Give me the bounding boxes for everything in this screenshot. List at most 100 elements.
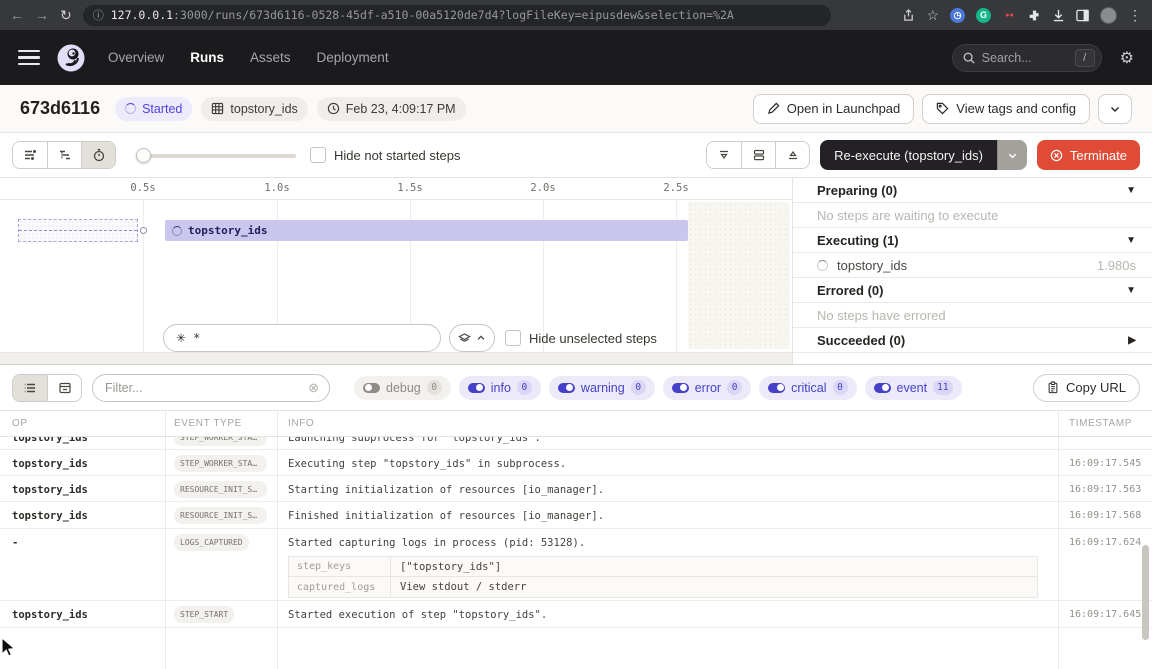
forward-icon[interactable]: → xyxy=(35,8,49,22)
preparing-section-header[interactable]: Preparing (0) ▼ xyxy=(793,178,1152,203)
reexecute-caret-button[interactable] xyxy=(997,140,1027,170)
step-selection-input[interactable]: ✳ * xyxy=(163,324,441,352)
toggle-info[interactable]: info 0 xyxy=(459,376,541,400)
global-search-input[interactable]: Search... / xyxy=(952,44,1102,72)
gantt-horizontal-scrollbar[interactable] xyxy=(0,352,792,364)
nav-deployment[interactable]: Deployment xyxy=(317,50,389,65)
switch-icon xyxy=(672,383,689,393)
log-row[interactable]: topstory_ids STEP_WORKER_STARTING Launch… xyxy=(0,437,1152,450)
count-badge: 0 xyxy=(727,380,742,395)
search-shortcut-key: / xyxy=(1075,49,1095,67)
reload-icon[interactable]: ↻ xyxy=(60,8,72,22)
log-table-body[interactable]: topstory_ids STEP_WORKER_STARTING Launch… xyxy=(0,437,1152,669)
caret-down-icon: ▼ xyxy=(1126,235,1136,246)
split-panel-button[interactable] xyxy=(741,142,775,168)
caret-right-icon: ▶ xyxy=(1128,335,1136,346)
toggle-error[interactable]: error 0 xyxy=(663,376,751,400)
switch-icon xyxy=(468,383,485,393)
bookmark-star-icon[interactable]: ☆ xyxy=(926,8,939,22)
settings-gear-icon[interactable]: ⚙ xyxy=(1120,48,1134,68)
side-panel-icon[interactable] xyxy=(1076,9,1089,22)
succeeded-section-header[interactable]: Succeeded (0) ▶ xyxy=(793,328,1152,353)
stream-view-button[interactable] xyxy=(13,375,47,401)
switch-icon xyxy=(768,383,785,393)
toggle-debug[interactable]: debug 0 xyxy=(354,376,451,400)
log-vertical-scrollbar[interactable] xyxy=(1142,545,1149,640)
search-icon xyxy=(963,52,975,64)
search-placeholder: Search... xyxy=(982,51,1068,65)
copy-url-button[interactable]: Copy URL xyxy=(1033,374,1140,402)
pencil-icon xyxy=(767,102,780,115)
nav-runs[interactable]: Runs xyxy=(190,50,224,65)
executing-step-row[interactable]: topstory_ids 1.980s xyxy=(793,253,1152,278)
expand-panel-button[interactable] xyxy=(775,142,809,168)
gantt-zoom-slider[interactable] xyxy=(136,148,296,162)
metadata-row: captured_logs View stdout / stderr xyxy=(289,577,1037,597)
toggle-critical[interactable]: critical 0 xyxy=(759,376,856,400)
hide-not-started-checkbox[interactable]: Hide not started steps xyxy=(310,147,460,163)
tag-icon xyxy=(936,102,949,115)
checkbox-box[interactable] xyxy=(310,147,326,163)
checkbox-box[interactable] xyxy=(505,330,521,346)
log-filter-text[interactable] xyxy=(105,381,302,395)
gantt-step-bar[interactable]: topstory_ids xyxy=(165,220,688,241)
job-tag[interactable]: topstory_ids xyxy=(201,97,307,121)
spinner-icon xyxy=(172,226,182,236)
log-row[interactable]: topstory_ids STEP_WORKER_STARTED Executi… xyxy=(0,450,1152,476)
slider-knob[interactable] xyxy=(136,148,151,163)
log-row[interactable]: topstory_ids STEP_START Started executio… xyxy=(0,601,1152,628)
timed-view-button[interactable] xyxy=(81,142,115,168)
flat-view-button[interactable] xyxy=(13,142,47,168)
open-in-launchpad-button[interactable]: Open in Launchpad xyxy=(753,94,914,124)
clear-filter-icon[interactable]: ⊗ xyxy=(308,380,319,396)
profile-avatar[interactable] xyxy=(1100,7,1117,24)
errored-section-header[interactable]: Errored (0) ▼ xyxy=(793,278,1152,303)
nav-assets[interactable]: Assets xyxy=(250,50,291,65)
terminate-button[interactable]: Terminate xyxy=(1037,140,1140,170)
back-icon[interactable]: ← xyxy=(10,8,24,22)
op-selector-icon: ✳ xyxy=(176,331,186,345)
run-status-badge[interactable]: Started xyxy=(115,97,192,121)
event-type-badge: STEP_WORKER_STARTED xyxy=(174,455,267,472)
run-time-tag[interactable]: Feb 23, 4:09:17 PM xyxy=(317,97,466,121)
graph-query-toggle-button[interactable] xyxy=(449,324,495,352)
extension-clock-icon[interactable]: ◷ xyxy=(950,8,965,23)
count-badge: 0 xyxy=(427,380,442,395)
share-icon[interactable] xyxy=(902,9,915,22)
log-row[interactable]: topstory_ids RESOURCE_INIT_STARTED Start… xyxy=(0,476,1152,502)
view-stdout-stderr-link[interactable]: View stdout / stderr xyxy=(391,581,535,593)
dagster-logo[interactable] xyxy=(56,43,86,73)
switch-icon xyxy=(363,383,380,393)
browser-menu-icon[interactable]: ⋮ xyxy=(1128,8,1142,22)
downloads-icon[interactable] xyxy=(1052,9,1065,22)
reexecute-button[interactable]: Re-execute (topstory_ids) xyxy=(820,140,997,170)
site-info-icon[interactable]: ⓘ xyxy=(93,7,104,23)
run-more-actions-button[interactable] xyxy=(1098,94,1132,124)
hide-unselected-checkbox[interactable]: Hide unselected steps xyxy=(505,330,657,346)
switch-icon xyxy=(558,383,575,393)
hamburger-menu-icon[interactable] xyxy=(18,50,40,66)
toggle-event[interactable]: event 11 xyxy=(865,376,962,400)
structured-view-button[interactable] xyxy=(47,375,81,401)
collapse-panel-button[interactable] xyxy=(707,142,741,168)
layers-icon xyxy=(458,332,471,345)
extension-dark-icon[interactable]: ●● xyxy=(1002,8,1017,23)
chevron-down-icon xyxy=(1109,103,1121,115)
caret-down-icon: ▼ xyxy=(1126,185,1136,196)
toggle-warning[interactable]: warning 0 xyxy=(549,376,655,400)
log-filter-input[interactable]: ⊗ xyxy=(92,374,330,402)
log-toolbar: ⊗ debug 0 info 0 warning 0 error 0 xyxy=(0,365,1152,410)
gantt-chart: 0.5s 1.0s 1.5s 2.0s 2.5s topstory_ids ✳ … xyxy=(0,178,793,364)
log-row-logs-captured[interactable]: - LOGS_CAPTURED Started capturing logs i… xyxy=(0,529,1152,601)
extensions-puzzle-icon[interactable] xyxy=(1028,9,1041,22)
executing-section-header[interactable]: Executing (1) ▼ xyxy=(793,228,1152,253)
view-tags-config-button[interactable]: View tags and config xyxy=(922,94,1090,124)
nav-overview[interactable]: Overview xyxy=(108,50,164,65)
gantt-queued-marker[interactable] xyxy=(18,219,138,242)
clock-icon xyxy=(327,102,340,115)
extension-grammarly-icon[interactable]: G xyxy=(976,8,991,23)
waterfall-view-button[interactable] xyxy=(47,142,81,168)
log-row[interactable]: topstory_ids RESOURCE_INIT_SUCCESS Finis… xyxy=(0,502,1152,529)
url-bar[interactable]: ⓘ 127.0.0.1:3000/runs/673d6116-0528-45df… xyxy=(83,5,831,26)
column-op: OP xyxy=(0,418,165,429)
